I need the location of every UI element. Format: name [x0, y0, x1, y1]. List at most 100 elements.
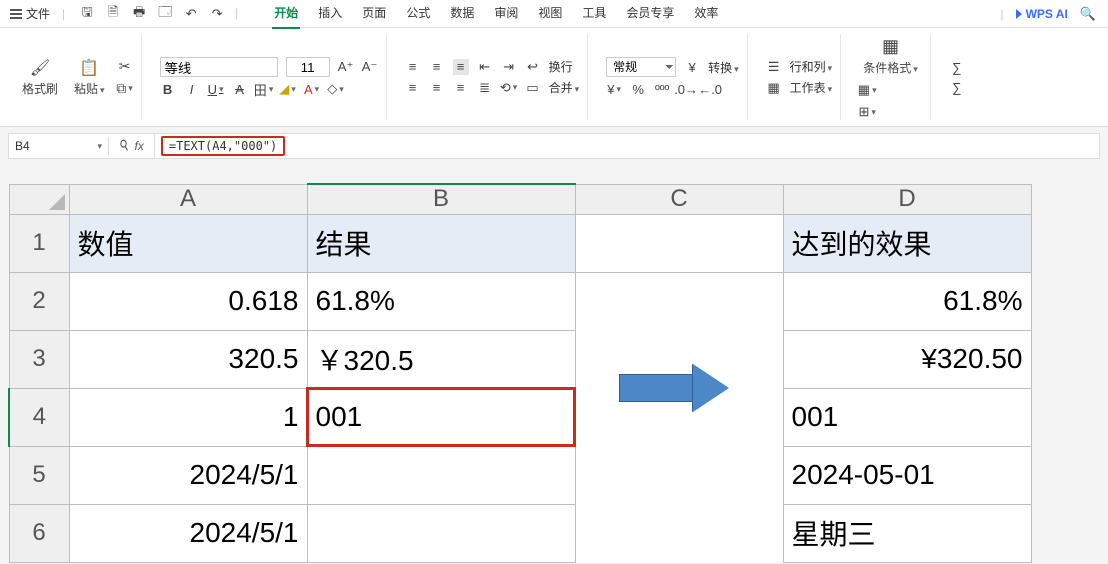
cell-B2[interactable]: 61.8%: [307, 272, 575, 330]
fx-icon[interactable]: fx: [135, 139, 144, 153]
cell-B4[interactable]: 001: [307, 388, 575, 446]
file-menu[interactable]: 文件: [4, 3, 56, 24]
tab-view[interactable]: 视图: [536, 0, 564, 29]
col-header-D[interactable]: D: [783, 184, 1031, 214]
underline-button[interactable]: U: [208, 81, 224, 97]
cell-C1[interactable]: [575, 214, 783, 272]
cell-style-icon[interactable]: ⊞: [859, 104, 875, 120]
increase-font-icon[interactable]: A⁺: [338, 59, 354, 75]
tab-review[interactable]: 审阅: [492, 0, 520, 29]
redo-icon[interactable]: ↷: [209, 6, 225, 22]
row-header-5[interactable]: 5: [9, 446, 69, 504]
merge-label[interactable]: 合并: [549, 79, 580, 96]
strike-button[interactable]: A: [232, 81, 248, 97]
name-box[interactable]: B4 ▾: [9, 137, 109, 155]
rowcol-icon[interactable]: ☰: [766, 59, 782, 75]
cell-D1[interactable]: 达到的效果: [783, 214, 1031, 272]
cell-A5[interactable]: 2024/5/1: [69, 446, 307, 504]
wps-ai-button[interactable]: WPS AI: [1016, 7, 1068, 21]
cell-D6[interactable]: 星期三: [783, 504, 1031, 562]
orientation-icon[interactable]: ⟲: [501, 80, 517, 96]
cut-icon[interactable]: [117, 58, 133, 74]
currency-icon[interactable]: ¥: [684, 59, 700, 75]
save-as-icon[interactable]: 🗎: [105, 6, 121, 22]
cell-A4[interactable]: 1: [69, 388, 307, 446]
worksheet-label[interactable]: 工作表: [790, 79, 833, 96]
align-bot-icon[interactable]: ≡: [453, 59, 469, 75]
paste-button[interactable]: 粘贴: [70, 55, 109, 99]
justify-icon[interactable]: ≣: [477, 80, 493, 96]
tab-member[interactable]: 会员专享: [624, 0, 676, 29]
cell-D2[interactable]: 61.8%: [783, 272, 1031, 330]
italic-button[interactable]: I: [184, 81, 200, 97]
tab-tools[interactable]: 工具: [580, 0, 608, 29]
border-button[interactable]: 田: [256, 81, 272, 97]
number-format-select[interactable]: 常规: [606, 57, 676, 77]
row-header-1[interactable]: 1: [9, 214, 69, 272]
row-header-6[interactable]: 6: [9, 504, 69, 562]
cell-B5[interactable]: [307, 446, 575, 504]
preview-icon[interactable]: 🗔: [157, 6, 173, 22]
clear-format-button[interactable]: ◇: [328, 81, 344, 97]
merge-icon[interactable]: ▭: [525, 80, 541, 96]
zoom-icon[interactable]: [119, 138, 129, 154]
cell-D4[interactable]: 001: [783, 388, 1031, 446]
tab-insert[interactable]: 插入: [316, 0, 344, 29]
row-header-3[interactable]: 3: [9, 330, 69, 388]
copy-icon[interactable]: [117, 80, 133, 96]
undo-icon[interactable]: ↶: [183, 6, 199, 22]
table-style-icon[interactable]: ▦: [859, 82, 875, 98]
tab-start[interactable]: 开始: [272, 0, 300, 29]
cond-format-button[interactable]: ▦ 条件格式: [859, 34, 922, 78]
sort-icon[interactable]: ∑: [949, 79, 965, 95]
comma-icon[interactable]: ººº: [654, 81, 670, 97]
cell-D3[interactable]: ¥320.50: [783, 330, 1031, 388]
select-all-corner[interactable]: [9, 184, 69, 214]
col-header-C[interactable]: C: [575, 184, 783, 214]
row-header-4[interactable]: 4: [9, 388, 69, 446]
align-ctr-icon[interactable]: ≡: [429, 80, 445, 96]
rowcol-label[interactable]: 行和列: [790, 58, 833, 75]
dec-inc-icon[interactable]: .0→: [678, 81, 694, 97]
save-icon[interactable]: 🖫: [79, 6, 95, 22]
bold-button[interactable]: B: [160, 81, 176, 97]
search-icon[interactable]: [1080, 6, 1096, 22]
print-icon[interactable]: 🖶: [131, 6, 147, 22]
tab-formula[interactable]: 公式: [404, 0, 432, 29]
font-color-button[interactable]: A: [304, 81, 320, 97]
col-header-A[interactable]: A: [69, 184, 307, 214]
autosum-icon[interactable]: ∑: [949, 59, 965, 75]
percent-icon[interactable]: %: [630, 81, 646, 97]
wrap-icon[interactable]: ↩: [525, 59, 541, 75]
indent-dec-icon[interactable]: ⇤: [477, 59, 493, 75]
row-header-2[interactable]: 2: [9, 272, 69, 330]
spreadsheet-grid[interactable]: A B C D 1 数值 结果 达到的效果 2 0.618 61.8% 61.8…: [8, 183, 1032, 563]
worksheet-icon[interactable]: ▦: [766, 80, 782, 96]
col-header-B[interactable]: B: [307, 184, 575, 214]
cell-D5[interactable]: 2024-05-01: [783, 446, 1031, 504]
convert-label[interactable]: 转换: [708, 59, 739, 76]
dec-dec-icon[interactable]: ←.0: [702, 81, 718, 97]
currency-style-icon[interactable]: ¥: [606, 81, 622, 97]
tab-efficiency[interactable]: 效率: [692, 0, 720, 29]
cell-C3[interactable]: [575, 330, 783, 446]
font-size-select[interactable]: [286, 57, 330, 77]
align-mid-icon[interactable]: ≡: [429, 59, 445, 75]
formula-input[interactable]: =TEXT(A4,"000"): [155, 137, 291, 155]
font-name-select[interactable]: [160, 57, 278, 77]
align-right-icon[interactable]: ≡: [453, 80, 469, 96]
cell-A3[interactable]: 320.5: [69, 330, 307, 388]
cell-A6[interactable]: 2024/5/1: [69, 504, 307, 562]
cell-C2[interactable]: [575, 272, 783, 330]
align-top-icon[interactable]: ≡: [405, 59, 421, 75]
cell-C5[interactable]: [575, 446, 783, 504]
cell-B6[interactable]: [307, 504, 575, 562]
cell-A1[interactable]: 数值: [69, 214, 307, 272]
tab-data[interactable]: 数据: [448, 0, 476, 29]
fill-color-button[interactable]: ◢: [280, 81, 296, 97]
decrease-font-icon[interactable]: A⁻: [362, 59, 378, 75]
cell-C6[interactable]: [575, 504, 783, 562]
format-brush-button[interactable]: 格式刷: [18, 55, 62, 99]
align-left-icon[interactable]: ≡: [405, 80, 421, 96]
cell-B1[interactable]: 结果: [307, 214, 575, 272]
